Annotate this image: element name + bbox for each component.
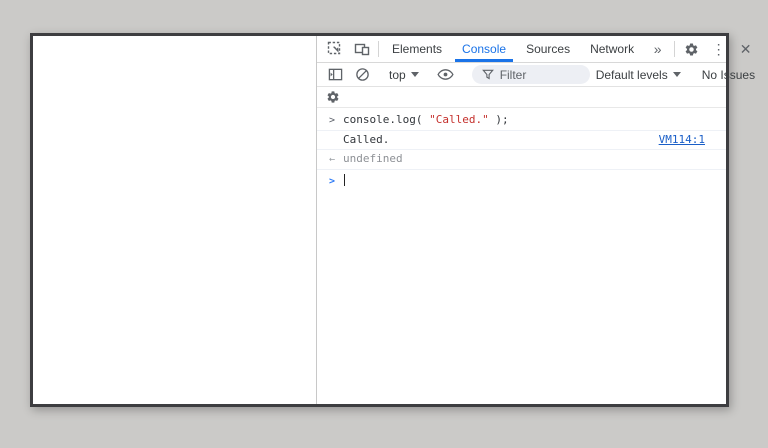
context-label: top [389,68,406,82]
toolbar-separator [378,41,379,57]
issues-counter[interactable]: No Issues [694,68,757,82]
command-code-before: console.log( [343,113,429,126]
tab-sources[interactable]: Sources [516,36,580,62]
clear-console-button[interactable] [349,67,376,82]
live-expression-button[interactable] [432,67,459,82]
chevron-down-icon [673,72,681,77]
tab-console[interactable]: Console [452,36,516,62]
console-return-row[interactable]: ← undefined [317,150,726,170]
toolbar-separator [674,41,675,57]
devtools-settings-button[interactable] [678,36,705,62]
console-settings-button[interactable] [326,90,340,104]
more-tabs-icon[interactable]: » [644,36,671,62]
sidebar-panel-icon [328,67,343,82]
console-sidebar-button[interactable] [322,67,349,82]
source-location-link[interactable]: VM114:1 [659,133,705,146]
device-toolbar-icon [354,41,370,57]
console-log-row[interactable]: Called. VM114:1 [317,131,726,150]
console-messages[interactable]: > console.log( "Called." ); Called. VM11… [317,108,726,404]
page-viewport[interactable] [33,36,317,404]
filter-funnel-icon [482,69,494,81]
log-text: Called. [343,133,389,146]
eye-icon [437,67,454,82]
command-code: console.log( "Called." ); [343,113,509,126]
return-value: undefined [343,152,403,165]
command-code-after: ); [489,113,509,126]
gear-icon [684,42,699,57]
inspect-element-button[interactable] [321,36,348,62]
filter-input[interactable] [500,68,580,82]
devtools-tabs-bar: Elements Console Sources Network » ⋮ ✕ [317,36,726,63]
device-toolbar-button[interactable] [348,36,375,62]
close-devtools-icon[interactable]: ✕ [732,36,759,62]
devtools-panel: Elements Console Sources Network » ⋮ ✕ [317,36,726,404]
tab-elements[interactable]: Elements [382,36,452,62]
console-prompt-row[interactable]: > [317,170,726,191]
tab-network[interactable]: Network [580,36,644,62]
console-toolbar: top [317,63,726,87]
console-settings-row [317,87,726,108]
text-cursor [344,174,345,186]
command-code-string: "Called." [429,113,489,126]
console-filter[interactable] [472,65,590,84]
inspect-cursor-icon [327,41,343,57]
log-levels-dropdown[interactable]: Default levels [590,68,687,82]
log-levels-label: Default levels [596,68,668,82]
command-chevron-icon: > [329,114,343,127]
return-value-arrow-icon: ← [329,153,343,166]
browser-window: Elements Console Sources Network » ⋮ ✕ [30,33,729,407]
chevron-down-icon [411,72,419,77]
more-options-icon[interactable]: ⋮ [705,36,732,62]
console-command-row[interactable]: > console.log( "Called." ); [317,111,726,131]
prompt-chevron-icon: > [329,175,343,188]
clear-console-icon [355,67,370,82]
execution-context-selector[interactable]: top [383,68,425,82]
gear-icon [326,90,340,104]
